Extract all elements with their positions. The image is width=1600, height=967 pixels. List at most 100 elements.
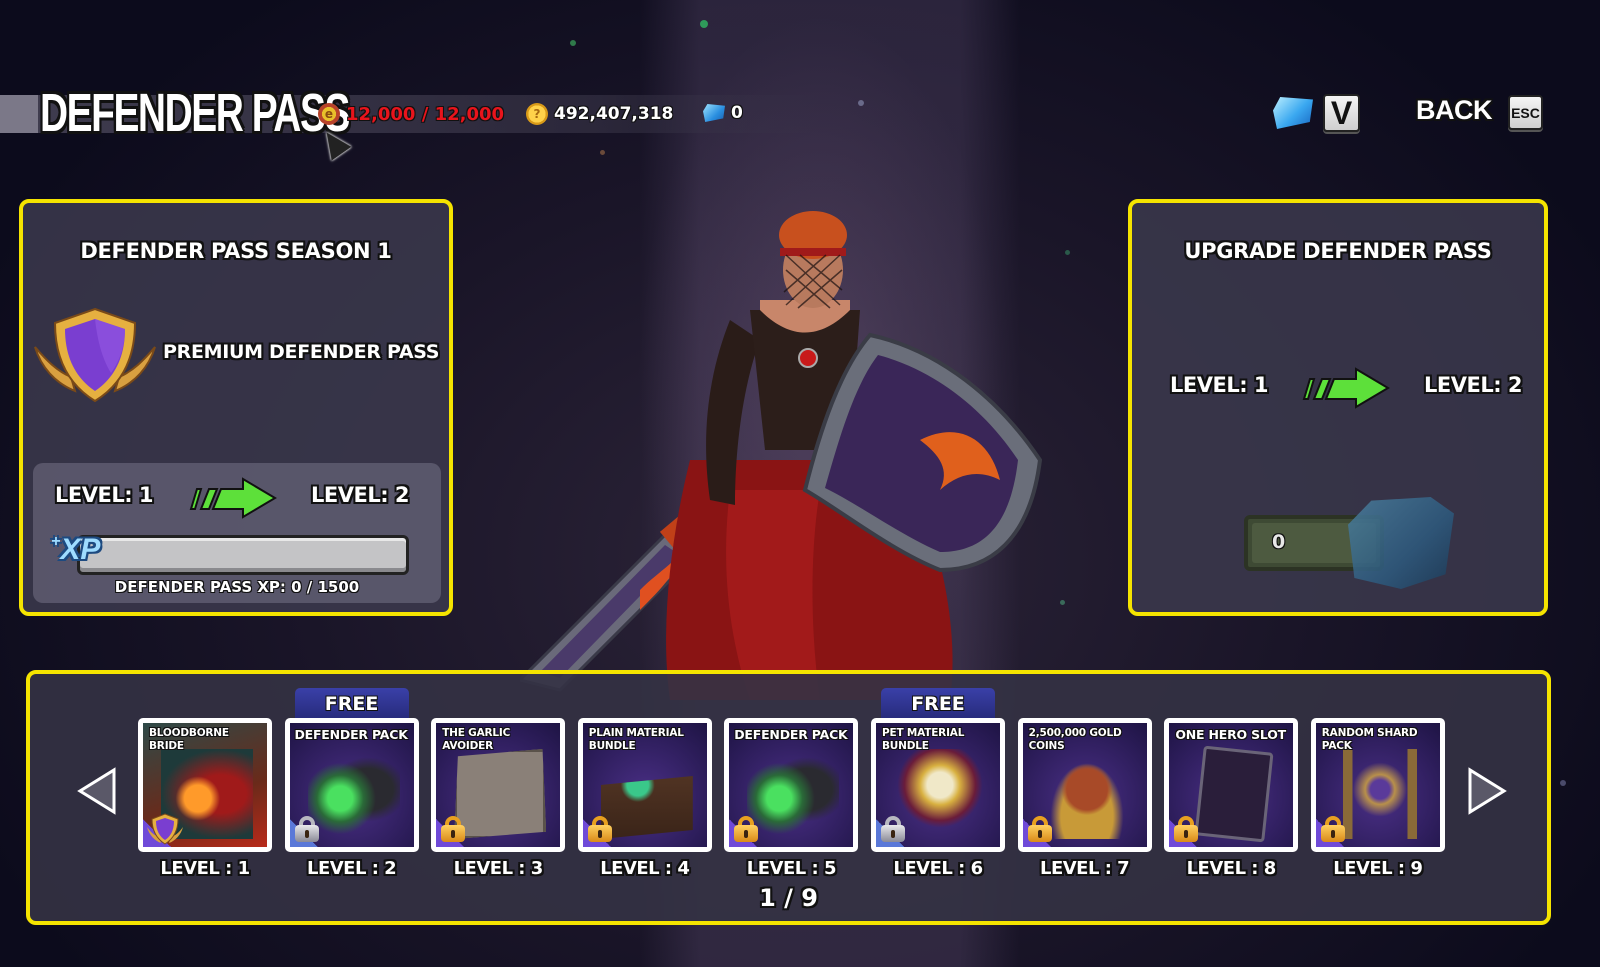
reward-card-frame: THE GARLIC AVOIDER (431, 718, 566, 852)
reward-name: ONE HERO SLOT (1175, 727, 1287, 742)
gold-lock-icon (1174, 816, 1199, 842)
silver-lock-icon (294, 816, 319, 842)
upgrade-button[interactable]: 0 (1238, 493, 1458, 593)
page-title: DEFENDER PASS (40, 83, 350, 143)
reward-level: LEVEL : 9 (1333, 858, 1423, 879)
reward-card-level-7[interactable]: 2,500,000 GOLD COINS LEVEL : 7 (1017, 718, 1152, 879)
reward-card-image: 2,500,000 GOLD COINS (1022, 723, 1147, 847)
premium-badge-icon (147, 813, 183, 845)
premium-pass-label: PREMIUM DEFENDER PASS (163, 341, 440, 363)
jewel (798, 348, 818, 368)
headband (780, 248, 846, 256)
reward-name: RANDOM SHARD PACK (1321, 727, 1418, 752)
reward-card-image: DEFENDER PACK (729, 723, 854, 847)
reward-card-level-5[interactable]: DEFENDER PACK LEVEL : 5 (724, 718, 859, 879)
reward-level: LEVEL : 1 (160, 858, 250, 879)
gem-shortcut-icon[interactable] (1273, 97, 1313, 129)
upgrade-current-level: LEVEL: 1 (1170, 373, 1269, 397)
gold-lock-icon (587, 816, 612, 842)
green-arrow-icon (189, 477, 277, 519)
page-indicator: 1 / 9 (759, 884, 818, 912)
reward-card-image: PET MATERIAL BUNDLE (876, 723, 1000, 847)
reward-card-frame: RANDOM SHARD PACK (1310, 718, 1445, 852)
gem-amount: 0 (731, 103, 743, 123)
reward-card-level-1[interactable]: BLOODBORNE BRIDE LEVEL : 1 (138, 718, 272, 879)
reward-art-icon (1194, 745, 1274, 843)
reward-card-level-6[interactable]: FREE PET MATERIAL BUNDLE LEVEL : 6 (871, 688, 1005, 879)
reward-card-image: RANDOM SHARD PACK (1315, 723, 1440, 847)
reward-name: PLAIN MATERIAL BUNDLE (588, 727, 684, 752)
particle (700, 20, 708, 28)
reward-level: LEVEL : 5 (746, 858, 837, 879)
reward-card-frame: 2,500,000 GOLD COINS (1017, 718, 1152, 852)
particle (570, 40, 576, 46)
reward-level: LEVEL : 8 (1186, 858, 1277, 879)
particle (600, 150, 605, 155)
xp-progress-bar (77, 535, 409, 575)
reward-card-level-2[interactable]: FREE DEFENDER PACK LEVEL : 2 (284, 688, 419, 879)
green-arrow-icon (1302, 367, 1390, 409)
upgrade-title: UPGRADE DEFENDER PASS (1184, 239, 1492, 263)
xp-text: DEFENDER PASS XP: 0 / 1500 (114, 578, 360, 596)
gold-lock-icon (1320, 816, 1345, 842)
reward-level: LEVEL : 7 (1039, 858, 1130, 879)
free-tag: FREE (294, 688, 409, 720)
reward-card-image: THE GARLIC AVOIDER (436, 723, 561, 847)
back-button[interactable]: BACK (1416, 95, 1493, 126)
current-level: LEVEL: 1 (55, 483, 154, 507)
particle (858, 100, 864, 106)
reward-level: LEVEL : 6 (893, 858, 983, 879)
esc-key-icon[interactable]: ESC (1508, 95, 1543, 130)
reward-card-frame: PLAIN MATERIAL BUNDLE (577, 718, 712, 852)
reward-level: LEVEL : 4 (600, 858, 690, 879)
upgrade-next-level: LEVEL: 2 (1424, 373, 1523, 397)
gold-currency: ? 492,407,318 (526, 103, 673, 125)
reward-level: LEVEL : 2 (306, 858, 397, 879)
level-progress-box: LEVEL: 1 LEVEL: 2 +XP DEFENDER PASS XP: … (33, 463, 441, 603)
next-page-arrow-icon[interactable] (1464, 766, 1508, 816)
reward-name: DEFENDER PACK (294, 727, 408, 742)
reward-name: 2,500,000 GOLD COINS (1028, 727, 1122, 752)
upgrade-panel: UPGRADE DEFENDER PASS LEVEL: 1 LEVEL: 2 … (1128, 199, 1548, 616)
reward-card-level-4[interactable]: PLAIN MATERIAL BUNDLE LEVEL : 4 (577, 718, 712, 879)
reward-name: BLOODBORNE BRIDE (149, 727, 229, 752)
reward-card-image: DEFENDER PACK (289, 723, 414, 847)
reward-art-icon (307, 749, 400, 839)
reward-card-image: ONE HERO SLOT (1169, 723, 1294, 847)
medal-coin-icon: e (318, 103, 340, 125)
reward-art-icon (1040, 749, 1133, 839)
reward-card-level-8[interactable]: ONE HERO SLOT LEVEL : 8 (1164, 718, 1299, 879)
xp-icon: +XP (51, 533, 101, 566)
reward-card-frame: PET MATERIAL BUNDLE (871, 718, 1005, 852)
reward-name: PET MATERIAL BUNDLE (882, 727, 965, 752)
gold-coin-icon: ? (526, 103, 548, 125)
reward-card-frame: ONE HERO SLOT (1164, 718, 1299, 852)
gold-lock-icon (1027, 816, 1052, 842)
v-key-button[interactable]: V (1323, 94, 1360, 132)
reward-card-frame: DEFENDER PACK (284, 718, 419, 852)
gem-currency: 0 (703, 103, 743, 123)
sword-blade-inner (540, 545, 680, 678)
next-level: LEVEL: 2 (311, 483, 410, 507)
free-tag: FREE (881, 688, 995, 720)
reward-card-level-3[interactable]: THE GARLIC AVOIDER LEVEL : 3 (431, 718, 566, 879)
reward-name: DEFENDER PACK (734, 727, 848, 742)
reward-art-icon (894, 749, 986, 839)
rewards-track: BLOODBORNE BRIDE LEVEL : 1 FREE DEFENDER… (26, 670, 1551, 925)
reward-level: LEVEL : 3 (453, 858, 544, 879)
gold-lock-icon (734, 816, 759, 842)
season-title: DEFENDER PASS SEASON 1 (80, 239, 392, 263)
particle (1560, 780, 1566, 786)
medal-amount: 12,000 / 12,000 (346, 103, 505, 125)
reward-card-image: BLOODBORNE BRIDE (143, 723, 267, 847)
reward-card-frame: BLOODBORNE BRIDE (138, 718, 272, 852)
reward-name: THE GARLIC AVOIDER (442, 727, 511, 752)
hero-character-model (520, 211, 1043, 700)
medal-currency: e 12,000 / 12,000 (318, 103, 504, 125)
reward-art-icon (1333, 749, 1426, 839)
silver-lock-icon (881, 816, 905, 842)
gem-icon (1348, 497, 1454, 589)
reward-card-level-9[interactable]: RANDOM SHARD PACK LEVEL : 9 (1310, 718, 1445, 879)
previous-page-arrow-icon[interactable] (76, 766, 120, 816)
reward-card-image: PLAIN MATERIAL BUNDLE (582, 723, 707, 847)
